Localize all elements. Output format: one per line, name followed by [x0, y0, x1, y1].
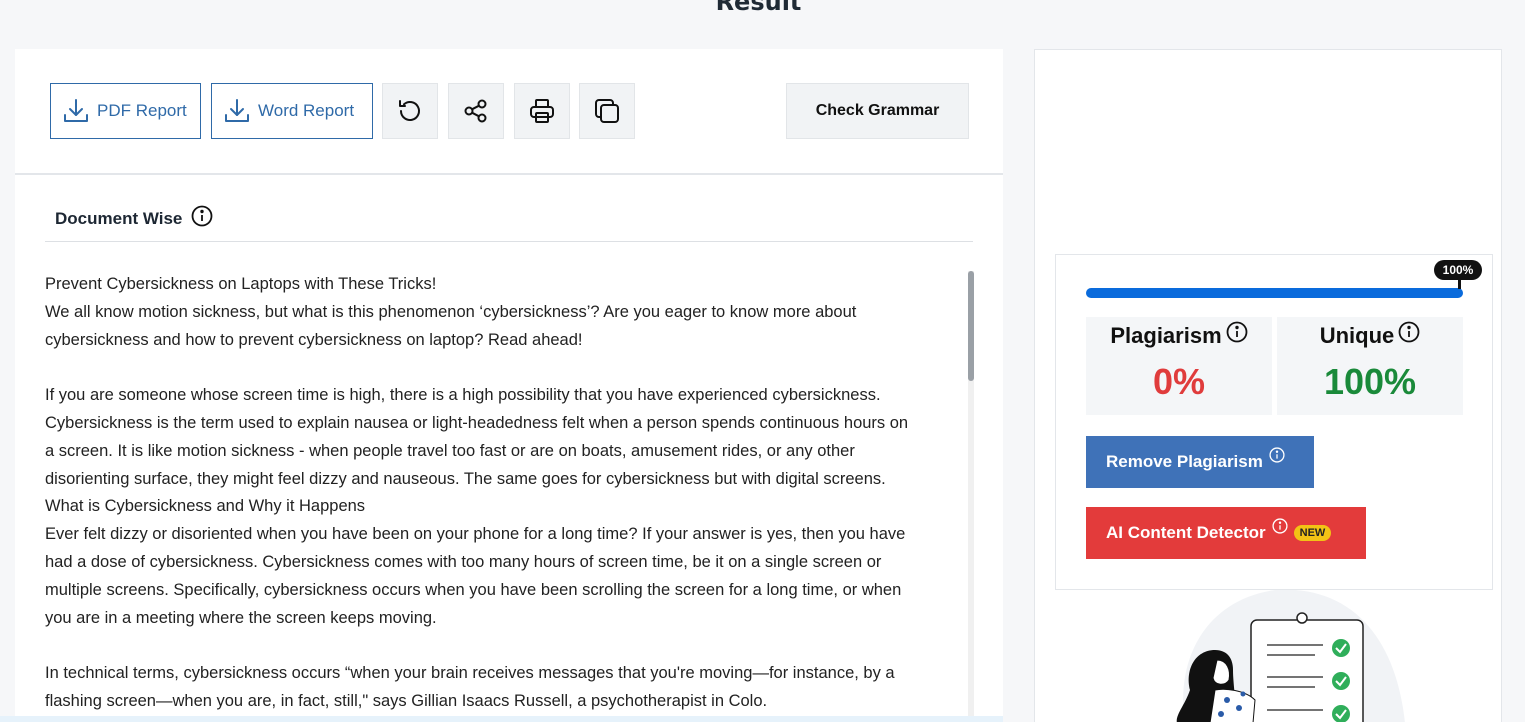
download-icon [64, 99, 88, 122]
text-line: Ever felt dizzy or disoriented when you … [45, 525, 906, 544]
plagiarism-value: 0% [1152, 361, 1206, 402]
result-card: 100% Plagiarism 0% Unique 100% Remove Pl… [1055, 254, 1493, 590]
unique-stat: Unique 100% [1277, 317, 1463, 415]
pdf-report-label: PDF Report [97, 101, 187, 120]
plagiarism-stat: Plagiarism 0% [1086, 317, 1272, 415]
scrollbar-thumb[interactable] [968, 271, 974, 381]
ai-content-detector-label: AI Content Detector [1106, 523, 1266, 542]
text-line: flashing screen—when you are, in fact, s… [45, 691, 768, 710]
print-button[interactable] [514, 83, 570, 139]
progress-fill [1086, 288, 1463, 298]
text-line: a screen. It is like motion sickness - w… [45, 441, 855, 460]
progress-badge: 100% [1434, 260, 1482, 280]
info-icon[interactable] [1272, 518, 1288, 534]
text-line: Prevent Cybersickness on Laptops with Th… [45, 275, 437, 293]
share-icon [464, 99, 487, 123]
remove-plagiarism-button[interactable]: Remove Plagiarism [1086, 436, 1314, 488]
copy-button[interactable] [579, 83, 635, 139]
info-icon[interactable] [191, 205, 213, 227]
text-line: disorienting surface, they might feel di… [45, 469, 886, 488]
checklist-illustration [1176, 590, 1405, 722]
new-badge: NEW [1293, 525, 1332, 541]
info-icon[interactable] [1269, 447, 1285, 463]
unique-label: Unique [1319, 323, 1395, 348]
remove-plagiarism-label: Remove Plagiarism [1106, 452, 1263, 471]
result-summary-panel: 100% Plagiarism 0% Unique 100% Remove Pl… [1034, 49, 1502, 722]
copy-icon [595, 99, 619, 123]
text-line: had a dose of cybersickness. Cybersickne… [45, 552, 882, 571]
result-document-panel: PDF Report Word Report Check Grammar Doc… [15, 49, 1003, 722]
document-wise-label: Document Wise [55, 209, 183, 228]
document-wise-header: Document Wise [45, 199, 973, 242]
document-text: Prevent Cybersickness on Laptops with Th… [45, 271, 965, 716]
print-icon [530, 99, 554, 123]
reload-icon [399, 100, 420, 121]
bottom-strip [0, 716, 1003, 722]
text-line: cybersickness and how to prevent cybersi… [45, 330, 583, 349]
text-line: We all know motion sickness, but what is… [45, 302, 857, 321]
text-line: If you are someone whose screen time is … [45, 386, 881, 405]
info-icon[interactable] [1398, 321, 1420, 343]
text-line: Cybersickness is the term used to explai… [45, 413, 909, 432]
info-icon[interactable] [1226, 321, 1248, 343]
plagiarism-label: Plagiarism [1110, 323, 1222, 348]
pdf-report-button[interactable]: PDF Report [50, 83, 201, 139]
share-button[interactable] [448, 83, 504, 139]
check-grammar-button[interactable]: Check Grammar [786, 83, 969, 139]
word-report-button[interactable]: Word Report [211, 83, 373, 139]
unique-value: 100% [1323, 361, 1417, 402]
text-line: What is Cybersickness and Why it Happens [45, 497, 366, 516]
text-line: In technical terms, cybersickness occurs… [45, 664, 895, 683]
ai-content-detector-button[interactable]: AI Content Detector NEW [1086, 507, 1366, 559]
word-report-label: Word Report [258, 101, 355, 120]
text-line: you are in a meeting where the screen ke… [45, 608, 437, 627]
report-toolbar: PDF Report Word Report Check Grammar [15, 49, 1003, 175]
reload-button[interactable] [382, 83, 438, 139]
page-title: Result [715, 0, 802, 16]
text-line: multiple screens. Specifically, cybersic… [45, 580, 902, 599]
progress-marker [1458, 279, 1461, 289]
progress-bar [1086, 288, 1463, 298]
download-icon [225, 99, 249, 122]
